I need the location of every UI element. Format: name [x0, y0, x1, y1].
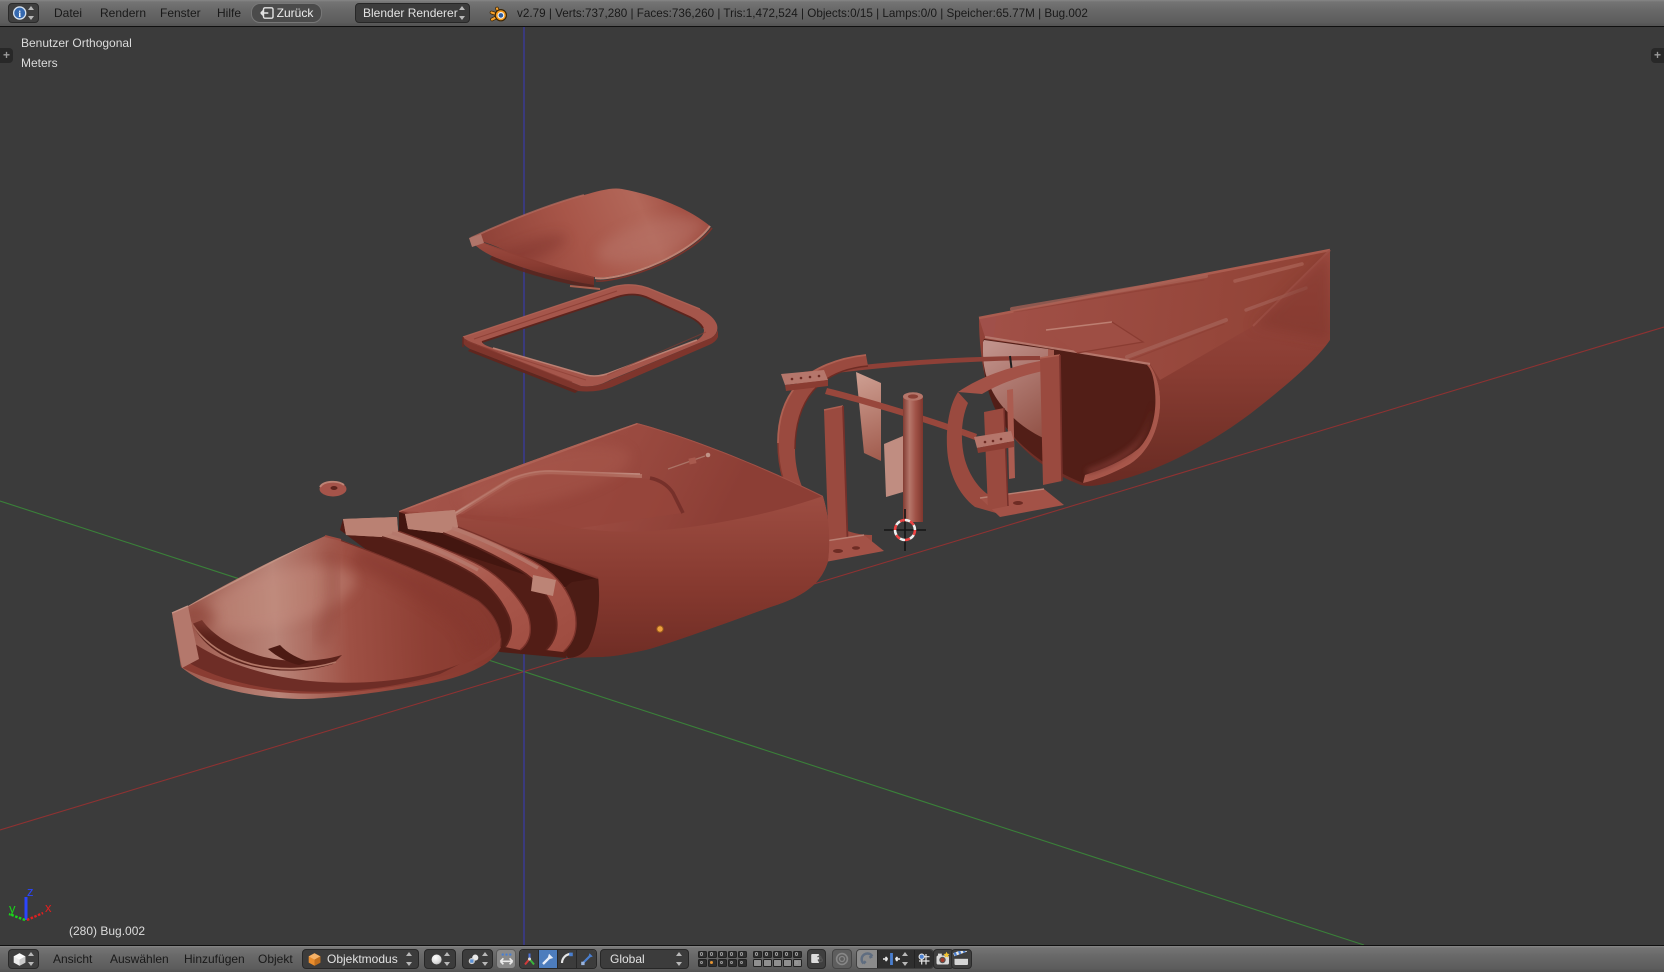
svg-text:i: i [18, 9, 21, 20]
svg-text:z: z [27, 884, 34, 899]
svg-text:x: x [45, 900, 52, 915]
svg-text:y: y [9, 901, 16, 916]
